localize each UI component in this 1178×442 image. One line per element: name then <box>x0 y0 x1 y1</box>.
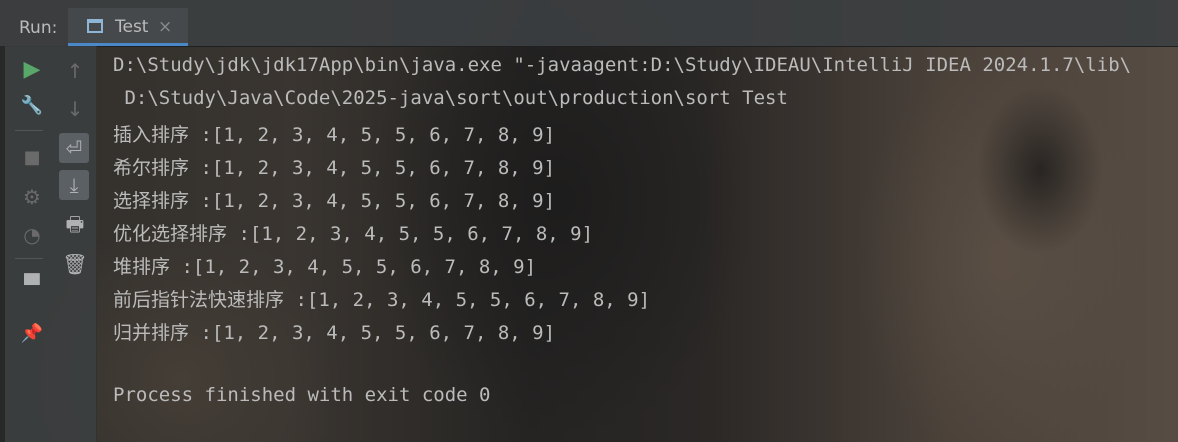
console-line: 前后指针法快速排序 :[1, 2, 3, 4, 5, 5, 6, 7, 8, 9… <box>113 289 651 311</box>
run-label: Run: <box>19 18 58 38</box>
scroll-to-end-icon[interactable]: ⤓ <box>59 170 89 200</box>
run-tool-window-header: Run: Test × <box>0 0 1178 47</box>
process-finished-line: Process finished with exit code 0 <box>113 384 491 406</box>
console-line: 堆排序 :[1, 2, 3, 4, 5, 5, 6, 7, 8, 9] <box>113 256 537 278</box>
console-line: D:\Study\Java\Code\2025-java\sort\out\pr… <box>113 87 788 109</box>
toolbar-separator <box>15 130 43 131</box>
debug-icon[interactable]: ⚙ <box>17 182 47 212</box>
run-toolbar-secondary: ↑ ↓ ⏎ ⤓ 🖶 🗑 <box>50 46 97 442</box>
coverage-icon[interactable]: ◔ <box>17 220 47 250</box>
toolbar-separator <box>15 258 43 259</box>
console-line: 插入排序 :[1, 2, 3, 4, 5, 5, 6, 7, 8, 9] <box>113 124 556 146</box>
down-arrow-icon[interactable]: ↓ <box>60 94 90 124</box>
tab-test[interactable]: Test × <box>68 8 188 46</box>
console-line: 优化选择排序 :[1, 2, 3, 4, 5, 5, 6, 7, 8, 9] <box>113 223 594 245</box>
tab-test-label: Test <box>115 17 149 37</box>
clear-trash-icon[interactable]: 🗑 <box>60 249 90 279</box>
up-arrow-icon[interactable]: ↑ <box>60 56 90 86</box>
console-line: 选择排序 :[1, 2, 3, 4, 5, 5, 6, 7, 8, 9] <box>113 190 556 212</box>
rerun-icon[interactable]: ▶ <box>17 54 47 84</box>
print-icon[interactable]: 🖶 <box>60 212 90 242</box>
console-line: 希尔排序 :[1, 2, 3, 4, 5, 5, 6, 7, 8, 9] <box>113 157 556 179</box>
console-tab-icon <box>87 19 103 33</box>
stop-icon[interactable]: ■ <box>17 142 47 172</box>
settings-wrench-icon[interactable]: 🔧 <box>17 90 47 120</box>
console-output[interactable]: D:\Study\jdk\jdk17App\bin\java.exe "-jav… <box>97 46 1178 442</box>
tab-close-icon[interactable]: × <box>158 17 172 37</box>
console-line: D:\Study\jdk\jdk17App\bin\java.exe "-jav… <box>113 54 1132 76</box>
pin-icon[interactable]: 📌 <box>17 318 47 348</box>
console-line: 归并排序 :[1, 2, 3, 4, 5, 5, 6, 7, 8, 9] <box>113 322 556 344</box>
run-toolbar-primary: ▶ 🔧 ■ ⚙ ◔ ▀ 📌 <box>5 46 50 442</box>
soft-wrap-icon[interactable]: ⏎ <box>59 133 89 163</box>
layout-icon[interactable]: ▀ <box>17 270 47 300</box>
